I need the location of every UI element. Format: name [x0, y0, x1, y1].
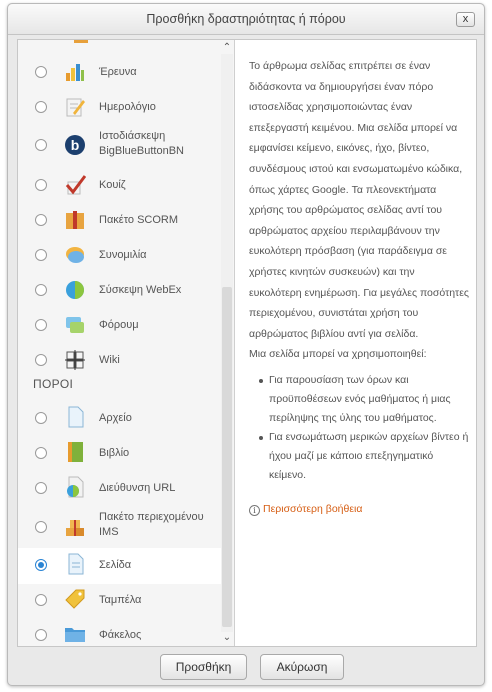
- module-item-folder[interactable]: Φάκελος: [18, 618, 221, 646]
- add-activity-dialog: Προσθήκη δραστηριότητας ή πόρου x ⌃ ⌄ Έρ…: [7, 3, 485, 686]
- module-item-file[interactable]: Αρχείο: [18, 401, 221, 437]
- module-item-wiki[interactable]: Wiki: [18, 343, 221, 379]
- radio-button[interactable]: [35, 482, 47, 494]
- radio-button[interactable]: [35, 629, 47, 641]
- module-item-book[interactable]: Βιβλίο: [18, 436, 221, 472]
- radio-button[interactable]: [35, 139, 47, 151]
- description-bullet-list: Για παρουσίαση των όρων και προϋποθέσεων…: [249, 371, 469, 485]
- module-description-panel: Το άρθρωμα σελίδας επιτρέπει σε έναν διδ…: [249, 56, 469, 520]
- radio-button[interactable]: [35, 412, 47, 424]
- cancel-button[interactable]: Ακύρωση: [260, 654, 344, 680]
- file-icon: [68, 406, 84, 428]
- module-label: Αρχείο: [99, 412, 132, 424]
- module-label: Φάκελος: [99, 629, 142, 641]
- radio-button[interactable]: [35, 521, 47, 533]
- module-item-quiz[interactable]: Κουίζ: [18, 168, 221, 204]
- module-label: Σύσκεψη WebEx: [99, 284, 182, 296]
- partial-item-icon: [74, 40, 88, 43]
- module-label: Έρευνα: [99, 66, 137, 78]
- module-label: Ημερολόγιο: [99, 101, 156, 113]
- more-help-link[interactable]: i Περισσότερη βοήθεια: [249, 499, 469, 520]
- scrollbar-thumb[interactable]: [222, 287, 232, 627]
- radio-button[interactable]: [35, 559, 47, 571]
- module-item-scorm[interactable]: Πακέτο SCORM: [18, 203, 221, 239]
- journal-pencil-icon: [66, 98, 85, 117]
- description-paragraph: Το άρθρωμα σελίδας επιτρέπει σε έναν διδ…: [249, 60, 469, 340]
- radio-button[interactable]: [35, 179, 47, 191]
- module-item-bigbluebutton[interactable]: b Ιστοδιάσκεψη BigBlueButtonBN: [18, 124, 221, 166]
- scroll-down-arrow-icon[interactable]: ⌄: [222, 632, 232, 643]
- book-icon: [68, 442, 83, 462]
- ims-package-icon: [66, 520, 84, 536]
- page-icon: [68, 553, 84, 575]
- module-item-journal[interactable]: Ημερολόγιο: [18, 90, 221, 126]
- module-label: Ιστοδιάσκεψη BigBlueButtonBN: [99, 130, 184, 157]
- svg-text:b: b: [71, 137, 80, 153]
- radio-button[interactable]: [35, 284, 47, 296]
- radio-button[interactable]: [35, 594, 47, 606]
- module-item-survey[interactable]: Έρευνα: [18, 55, 221, 91]
- url-globe-icon: [67, 476, 84, 498]
- module-item-chat[interactable]: Συνομιλία: [18, 238, 221, 274]
- module-chooser-list: ⌃ ⌄ Έρευνα Ημερολόγιο b Ιστοδιάσκεψη Big…: [18, 40, 235, 646]
- dialog-titlebar: Προσθήκη δραστηριότητας ή πόρου x: [8, 4, 484, 35]
- module-label: Ταμπέλα: [99, 594, 142, 606]
- module-item-label[interactable]: Ταμπέλα: [18, 583, 221, 619]
- module-label: Συνομιλία: [99, 249, 147, 261]
- wiki-icon: [65, 350, 85, 370]
- webex-globe-icon: [66, 281, 84, 299]
- radio-button[interactable]: [35, 354, 47, 366]
- survey-chart-icon: [66, 64, 84, 81]
- bigbluebutton-icon: b: [65, 135, 85, 155]
- module-item-page[interactable]: Σελίδα: [18, 548, 221, 584]
- module-item-ims[interactable]: Πακέτο περιεχομένου IMS: [18, 506, 221, 548]
- dialog-title: Προσθήκη δραστηριότητας ή πόρου: [146, 12, 346, 26]
- more-help-label: Περισσότερη βοήθεια: [263, 502, 363, 515]
- radio-button[interactable]: [35, 447, 47, 459]
- resources-heading: ΠΟΡΟΙ: [33, 377, 74, 391]
- scorm-package-icon: [66, 211, 84, 229]
- quiz-check-icon: [65, 175, 86, 195]
- add-button[interactable]: Προσθήκη: [160, 654, 247, 680]
- radio-button[interactable]: [35, 319, 47, 331]
- label-tag-icon: [65, 589, 85, 609]
- module-label: Πακέτο περιεχομένου IMS: [99, 511, 204, 538]
- module-item-webex[interactable]: Σύσκεψη WebEx: [18, 273, 221, 309]
- description-bullet: Για ενσωμάτωση μερικών αρχείων βίντεο ή …: [259, 428, 469, 485]
- module-label: Πακέτο SCORM: [99, 214, 179, 226]
- description-bullet: Για παρουσίαση των όρων και προϋποθέσεων…: [259, 371, 469, 428]
- info-icon: i: [249, 504, 260, 516]
- module-item-url[interactable]: Διεύθυνση URL: [18, 471, 221, 507]
- module-item-forum[interactable]: Φόρουμ: [18, 308, 221, 344]
- module-label: Κουίζ: [99, 179, 126, 191]
- folder-icon: [65, 628, 85, 642]
- forum-icon: [66, 317, 84, 333]
- radio-button[interactable]: [35, 101, 47, 113]
- close-button[interactable]: x: [456, 12, 475, 27]
- module-label: Σελίδα: [99, 559, 132, 571]
- module-label: Φόρουμ: [99, 319, 139, 331]
- radio-button[interactable]: [35, 214, 47, 226]
- module-label: Διεύθυνση URL: [99, 482, 176, 494]
- module-label: Βιβλίο: [99, 447, 130, 459]
- radio-button[interactable]: [35, 66, 47, 78]
- chat-bubble-icon: [66, 247, 84, 263]
- description-uses-intro: Μια σελίδα μπορεί να χρησιμοποιηθεί:: [249, 348, 427, 361]
- scroll-up-arrow-icon[interactable]: ⌃: [222, 42, 232, 53]
- module-label: Wiki: [99, 354, 120, 366]
- dialog-body: ⌃ ⌄ Έρευνα Ημερολόγιο b Ιστοδιάσκεψη Big…: [17, 39, 477, 647]
- radio-button[interactable]: [35, 249, 47, 261]
